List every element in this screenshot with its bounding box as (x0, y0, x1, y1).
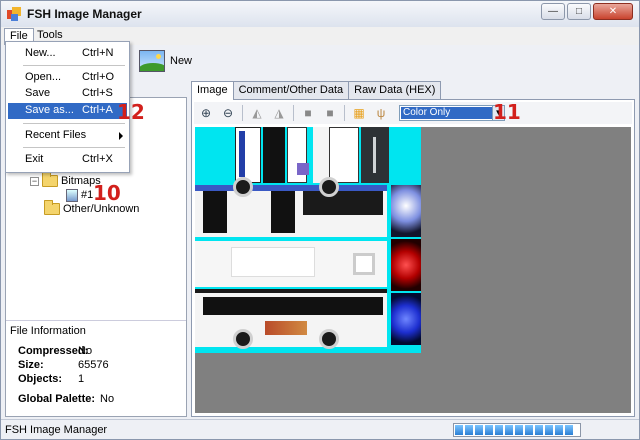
menu-separator (23, 147, 125, 148)
folder-icon (44, 200, 60, 215)
tab-comment[interactable]: Comment/Other Data (232, 81, 350, 99)
menu-item-exit-shortcut: Ctrl+X (82, 153, 113, 165)
tree-node-other[interactable]: Other/Unknown (44, 200, 139, 216)
progress-bar (453, 423, 581, 437)
close-button[interactable]: ✕ (593, 3, 633, 20)
menu-separator (23, 65, 125, 66)
size-row: Size: 65576 (18, 359, 109, 371)
tree-label-item: #1 (81, 189, 94, 201)
zoom-out-icon[interactable]: ⊖ (218, 104, 238, 122)
zoom-in-icon[interactable]: ⊕ (196, 104, 216, 122)
menu-tools[interactable]: Tools (32, 28, 68, 42)
file-menu-dropdown: New... Ctrl+N Open... Ctrl+O Save Ctrl+S… (5, 41, 130, 173)
image-toolbar: ⊕ ⊖ ◭ ◮ ■ ■ ▦ ψ Color Only ▼ (194, 102, 632, 124)
color-mode-select[interactable]: Color Only ▼ (399, 105, 505, 121)
compressed-value: No (78, 345, 93, 357)
tab-strip: Image Comment/Other Data Raw Data (HEX) (191, 81, 442, 100)
menu-item-recent-label: Recent Files (25, 129, 87, 141)
bus-texture-image (195, 127, 421, 353)
export-icon[interactable]: ■ (298, 104, 318, 122)
content-pane: Image Comment/Other Data Raw Data (HEX) … (191, 81, 635, 417)
color-mode-value: Color Only (401, 107, 493, 119)
status-bar: FSH Image Manager (1, 419, 639, 439)
menu-item-new-label: New... (25, 47, 56, 59)
tab-image[interactable]: Image (191, 81, 234, 100)
menu-item-open-label: Open... (25, 71, 62, 83)
size-value: 65576 (78, 359, 109, 371)
menu-separator (23, 123, 125, 124)
objects-row: Objects: 1 (18, 373, 84, 385)
menu-item-save[interactable]: Save Ctrl+S (8, 86, 127, 102)
menu-item-save-as[interactable]: Save as... Ctrl+A (8, 103, 127, 119)
menu-item-save-shortcut: Ctrl+S (82, 87, 113, 99)
maximize-button[interactable]: □ (567, 3, 591, 20)
file-information-panel: File Information Compressed: No Size: 65… (6, 320, 186, 416)
pattern-icon[interactable]: ▦ (349, 104, 369, 122)
flip-horizontal-icon[interactable]: ◭ (247, 104, 267, 122)
annotation-12: 12 (117, 100, 145, 124)
menu-item-save-as-shortcut: Ctrl+A (82, 104, 113, 116)
menu-item-new-shortcut: Ctrl+N (82, 47, 114, 59)
menu-item-open-shortcut: Ctrl+O (82, 71, 115, 83)
menu-item-exit-label: Exit (25, 153, 44, 165)
palette-icon[interactable]: ψ (371, 104, 391, 122)
objects-label: Objects: (18, 373, 63, 385)
title-bar[interactable]: FSH Image Manager — □ ✕ (1, 1, 639, 27)
tree-node-item[interactable]: #1 (66, 188, 93, 202)
global-palette-label: Global Palette: (18, 393, 96, 405)
image-canvas[interactable] (195, 127, 631, 413)
status-text: FSH Image Manager (5, 424, 108, 436)
objects-value: 1 (78, 373, 85, 385)
toolbar-separator (344, 105, 345, 121)
toolbar-separator (293, 105, 294, 121)
menu-item-new[interactable]: New... Ctrl+N (8, 46, 127, 62)
tab-raw-data[interactable]: Raw Data (HEX) (348, 81, 442, 99)
minimize-button[interactable]: — (541, 3, 565, 20)
collapse-icon[interactable]: − (30, 176, 39, 186)
new-button[interactable]: New (139, 50, 192, 72)
folder-icon (42, 172, 58, 187)
bitmap-icon (66, 188, 78, 202)
menu-item-recent-files[interactable]: Recent Files (8, 128, 127, 144)
landscape-image-icon (139, 50, 165, 72)
compressed-row: Compressed: No (18, 345, 92, 357)
new-button-label: New (170, 55, 193, 67)
submenu-arrow-icon (119, 132, 123, 140)
image-tab-panel: ⊕ ⊖ ◭ ◮ ■ ■ ▦ ψ Color Only ▼ (191, 99, 635, 417)
app-icon (7, 7, 21, 21)
global-palette-value: No (100, 393, 115, 405)
toolbar-separator (242, 105, 243, 121)
menu-item-save-as-label: Save as... (25, 104, 74, 116)
global-palette-row: Global Palette: No (18, 393, 114, 405)
tree-node-bitmaps[interactable]: − Bitmaps (30, 172, 101, 188)
menu-item-exit[interactable]: Exit Ctrl+X (8, 152, 127, 168)
import-icon[interactable]: ■ (320, 104, 340, 122)
annotation-11: 11 (493, 100, 521, 124)
annotation-10: 10 (93, 181, 121, 205)
window-title: FSH Image Manager (27, 7, 142, 21)
size-label: Size: (18, 359, 44, 371)
menu-item-open[interactable]: Open... Ctrl+O (8, 70, 127, 86)
file-info-title: File Information (10, 325, 86, 337)
flip-vertical-icon[interactable]: ◮ (269, 104, 289, 122)
compressed-label: Compressed: (18, 345, 89, 357)
menu-item-save-label: Save (25, 87, 51, 99)
app-window: FSH Image Manager — □ ✕ File Tools New −… (0, 0, 640, 440)
